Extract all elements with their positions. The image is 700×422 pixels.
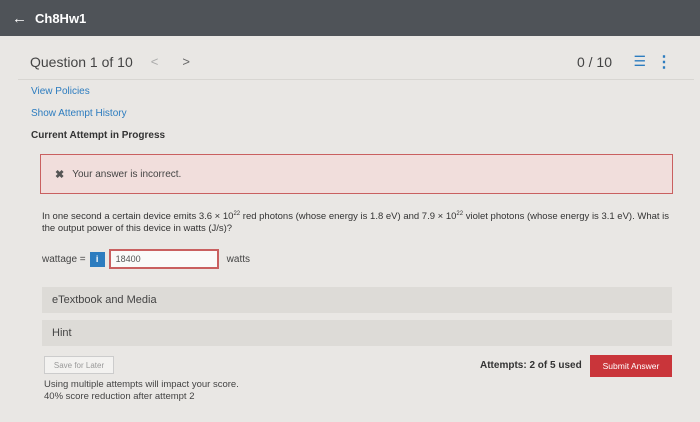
answer-row: wattage = i watts: [42, 248, 250, 270]
assignment-title: Ch8Hw1: [35, 10, 87, 26]
question-text: In one second a certain device emits 3.6…: [42, 208, 672, 235]
show-attempt-history-link[interactable]: Show Attempt History: [31, 108, 165, 119]
question-list-icon[interactable]: ☰: [633, 53, 646, 70]
question-text-part: In one second a certain device emits 3.6…: [42, 211, 234, 223]
submit-answer-button[interactable]: Submit Answer: [590, 355, 672, 377]
hint-panel[interactable]: Hint: [42, 320, 672, 346]
back-arrow-icon[interactable]: ←: [12, 10, 27, 27]
alert-message: Your answer is incorrect.: [72, 168, 182, 180]
error-x-icon: ✖: [55, 168, 65, 181]
top-bar: ← Ch8Hw1: [0, 0, 700, 36]
prev-question-icon[interactable]: <: [151, 54, 159, 69]
etextbook-media-panel[interactable]: eTextbook and Media: [42, 287, 672, 313]
wattage-input[interactable]: [108, 249, 219, 269]
answer-label: wattage =: [42, 253, 86, 265]
note-line: 40% score reduction after attempt 2: [44, 391, 195, 402]
info-icon[interactable]: i: [89, 251, 105, 267]
save-for-later-button[interactable]: Save for Later: [44, 356, 114, 374]
question-text-part: red photons (whose energy is 1.8 eV) and…: [240, 211, 457, 223]
answer-unit: watts: [226, 253, 250, 265]
more-options-icon[interactable]: ⋮: [656, 52, 672, 72]
attempts-note: Using multiple attempts will impact your…: [44, 379, 239, 403]
next-question-icon[interactable]: >: [182, 54, 190, 69]
policy-links: View Policies Show Attempt History Curre…: [31, 86, 165, 141]
note-line: Using multiple attempts will impact your…: [44, 379, 239, 390]
question-score: 0 / 10: [576, 53, 612, 70]
question-counter: Question 1 of 10: [30, 53, 133, 70]
current-attempt-label: Current Attempt in Progress: [31, 130, 166, 141]
view-policies-link[interactable]: View Policies: [31, 86, 165, 97]
incorrect-answer-alert: ✖ Your answer is incorrect.: [40, 154, 673, 194]
etextbook-label: eTextbook and Media: [52, 294, 157, 306]
hint-label: Hint: [52, 327, 72, 339]
attempts-counter: Attempts: 2 of 5 used: [480, 360, 582, 371]
question-navigation-bar: Question 1 of 10 < > 0 / 10 ☰ ⋮: [18, 44, 694, 80]
